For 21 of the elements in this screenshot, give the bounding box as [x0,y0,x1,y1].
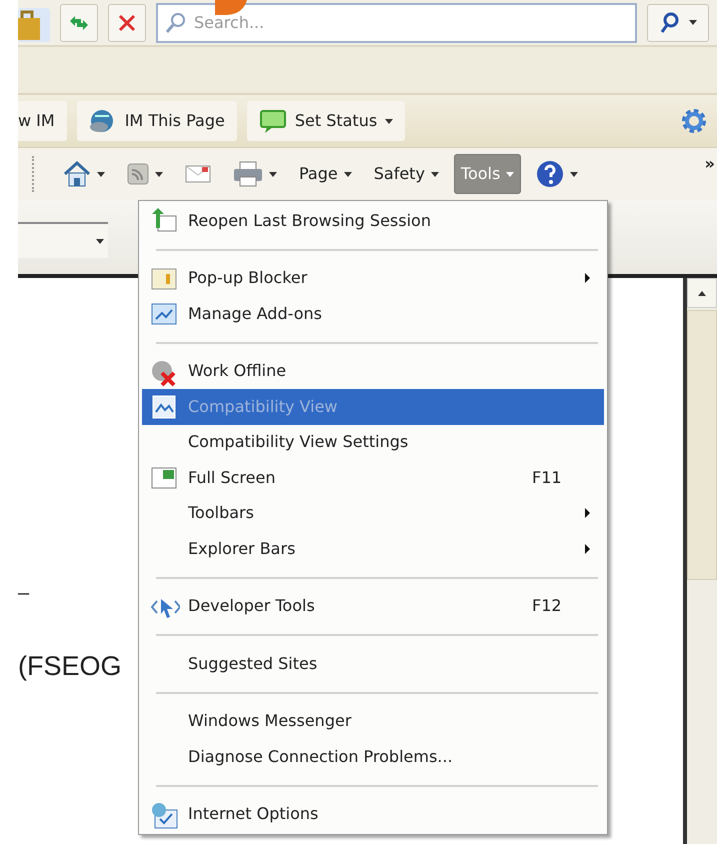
menu-item[interactable]: Windows Messenger [142,704,604,739]
menu-item[interactable]: Full Screen F11 [142,460,604,496]
menu-item[interactable]: Diagnose Connection Problems... [142,739,604,774]
overflow-chevron[interactable]: » [704,152,715,176]
page-text: (FSEOG [18,650,122,683]
menu-item[interactable]: Work Offline [142,354,604,389]
menu-item[interactable]: Explorer Bars [142,531,604,566]
menu-item[interactable]: Pop-up Blocker [142,260,604,296]
page-text: – [18,581,30,606]
menu-item[interactable]: Toolbars [142,496,604,531]
toolbar-button[interactable]: w IM [18,101,67,141]
toolbar-button[interactable]: Set Status [246,101,406,141]
search-field[interactable]: Search... [156,2,637,42]
menu-item[interactable]: Compatibility View Settings [142,424,604,460]
menu-item[interactable]: Suggested Sites [142,646,604,682]
menu-button[interactable]: Page [292,154,359,194]
toolbar-button[interactable]: IM This Page [76,101,237,141]
menu-item[interactable]: Manage Add-ons [142,296,604,332]
menu-button[interactable]: Safety [366,154,446,194]
menu-item[interactable]: Internet Options [142,796,604,832]
menu-item[interactable]: Developer Tools F12 [142,588,604,624]
